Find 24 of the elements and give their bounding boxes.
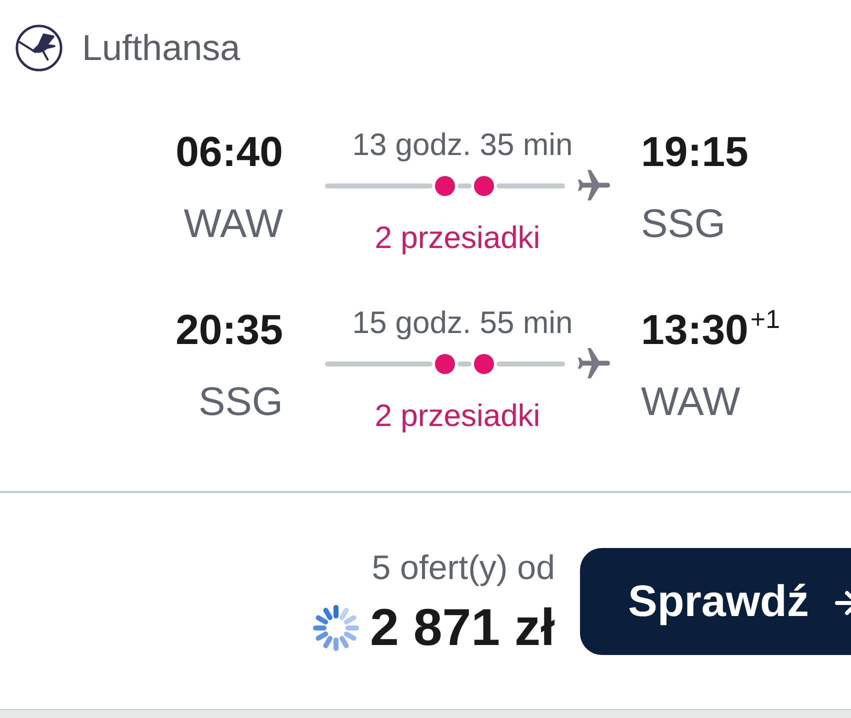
stops-label: 2 przesiadki bbox=[374, 220, 542, 256]
check-button[interactable]: Sprawdź bbox=[580, 548, 851, 655]
layover-dot-icon bbox=[474, 176, 494, 196]
layover-dot-icon bbox=[435, 176, 455, 196]
airplane-icon bbox=[578, 348, 610, 380]
airplane-icon bbox=[578, 170, 610, 202]
departure-airport: WAW bbox=[184, 201, 283, 248]
arrival-time: 19:15 bbox=[641, 128, 748, 176]
airline-name: Lufthansa bbox=[82, 26, 240, 70]
departure-time: 06:40 bbox=[176, 128, 283, 176]
arrival-time: 13:30 bbox=[641, 306, 748, 354]
flight-duration: 15 godz. 55 min bbox=[351, 306, 574, 340]
flight-duration: 13 godz. 35 min bbox=[351, 128, 574, 162]
layover-dot-icon bbox=[474, 354, 494, 374]
day-offset-label: +1 bbox=[750, 306, 780, 332]
layover-dot-icon bbox=[435, 354, 455, 374]
bird-logo-icon bbox=[15, 23, 63, 73]
offers-count-label: 5 ofert(y) od bbox=[372, 548, 555, 588]
departure-airport: SSG bbox=[198, 379, 283, 426]
arrival-airport: SSG bbox=[641, 201, 726, 248]
stops-label: 2 przesiadki bbox=[374, 398, 542, 434]
price: 2 871 zł bbox=[370, 600, 555, 656]
departure-time: 20:35 bbox=[176, 306, 283, 354]
arrival-airport: WAW bbox=[641, 379, 740, 426]
